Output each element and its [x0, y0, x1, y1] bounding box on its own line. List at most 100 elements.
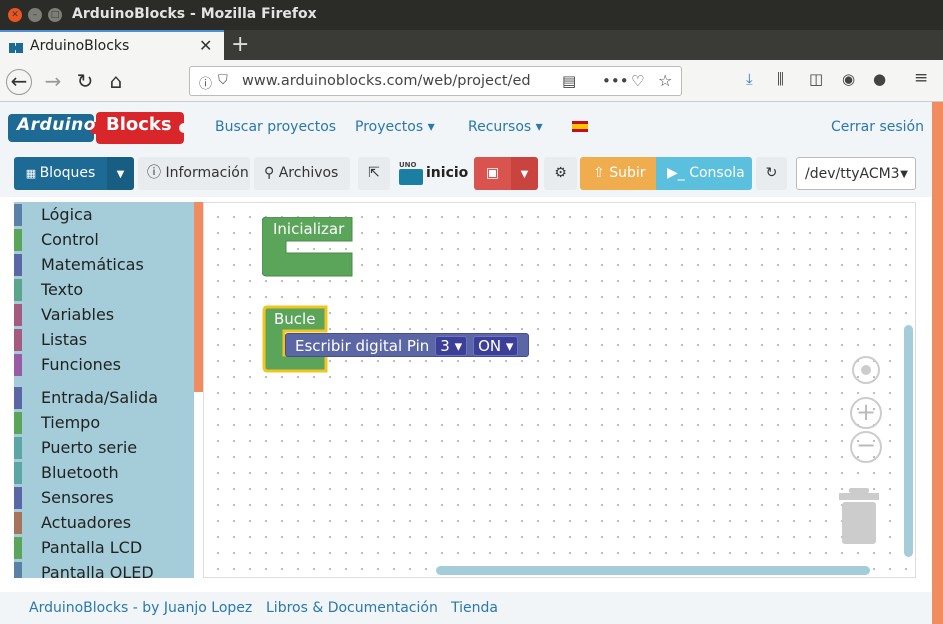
forward-icon[interactable]: →: [40, 69, 66, 95]
window-titlebar: ✕ – □ ArduinoBlocks - Mozilla Firefox: [0, 0, 943, 30]
sidebar-category[interactable]: Entrada/Salida: [14, 387, 194, 412]
initialize-block-label: Inicializar: [273, 220, 345, 238]
sidebar-category[interactable]: Pantalla OLED: [14, 562, 194, 578]
category-label: Sensores: [41, 488, 114, 507]
category-label: Variables: [41, 305, 115, 324]
nav-buscar-proyectos[interactable]: Buscar proyectos: [215, 119, 336, 135]
sidebar-category[interactable]: Bluetooth: [14, 462, 194, 487]
category-color-bar: [14, 204, 22, 226]
page-footer: ArduinoBlocks - by Juanjo Lopez Libros &…: [0, 592, 932, 624]
port-select[interactable]: /dev/ttyACM3 ▼: [796, 157, 916, 190]
block-category-sidebar: Lógica Control Matemáticas Texto Variables Li…: [14, 202, 194, 578]
reader-view-icon[interactable]: ▤: [562, 72, 576, 90]
browser-tab[interactable]: ArduinoBlocks ✕: [0, 30, 224, 60]
url-bar[interactable]: ⓘ ⛉ www.arduinoblocks.com/web/project/ed…: [189, 66, 682, 96]
refresh-ports-button[interactable]: ↻: [756, 157, 787, 190]
category-color-bar: [14, 279, 22, 301]
digital-write-label: Escribir digital Pin 3 ▾ ON ▾: [295, 336, 519, 356]
page-actions-icon[interactable]: •••: [602, 72, 629, 90]
sidebar-category[interactable]: Matemáticas: [14, 254, 194, 279]
tab-strip: ArduinoBlocks ✕ +: [0, 30, 943, 60]
caret-down-icon: ▼: [520, 169, 529, 180]
paperclip-icon: ⚲: [264, 165, 279, 181]
sidebar-category[interactable]: Texto: [14, 279, 194, 304]
state-dropdown[interactable]: ON ▾: [473, 336, 519, 356]
archivos-button[interactable]: ⚲ Archivos: [254, 157, 350, 190]
footer-link-docs[interactable]: Libros & Documentación: [266, 600, 438, 616]
sidebar-category[interactable]: Funciones: [14, 354, 194, 379]
digital-write-block[interactable]: Escribir digital Pin 3 ▾ ON ▾: [285, 333, 529, 357]
category-label: Tiempo: [41, 413, 101, 432]
informacion-button[interactable]: ⓘ Información: [138, 157, 250, 190]
bookmark-star-icon[interactable]: ☆: [658, 71, 672, 90]
save-dropdown-button[interactable]: ▼: [511, 157, 538, 190]
category-label: Lógica: [41, 205, 93, 224]
recenter-icon[interactable]: [852, 356, 880, 384]
account-icon[interactable]: ◉: [842, 70, 855, 88]
consola-button[interactable]: ▶_ Consola: [656, 157, 752, 190]
page-right-edge: [932, 102, 943, 624]
informacion-label: Información: [165, 165, 249, 181]
category-color-bar: [14, 512, 22, 534]
footer-link-shop[interactable]: Tienda: [451, 600, 498, 616]
floppy-disk-icon: ▣: [485, 165, 500, 181]
settings-button[interactable]: ⚙: [544, 157, 577, 190]
sidebar-category[interactable]: Actuadores: [14, 512, 194, 537]
trash-icon[interactable]: [837, 488, 881, 546]
pocket-icon[interactable]: ♡: [631, 72, 644, 90]
bloques-button[interactable]: ▦ Bloques: [14, 157, 107, 190]
nav-proyectos[interactable]: Proyectos ▾: [355, 119, 435, 135]
pin-dropdown[interactable]: 3 ▾: [435, 336, 468, 356]
shield-icon[interactable]: ⛉: [218, 73, 228, 88]
menu-icon[interactable]: ≡: [914, 68, 928, 88]
category-label: Matemáticas: [41, 255, 144, 274]
sidebar-category[interactable]: Puerto serie: [14, 437, 194, 462]
bloques-label: Bloques: [39, 165, 96, 181]
sidebar-toggle-icon[interactable]: ◫: [809, 70, 823, 88]
category-color-bar: [14, 304, 22, 326]
maximize-window-icon[interactable]: □: [48, 8, 62, 22]
library-icon[interactable]: ⫼: [777, 70, 784, 88]
back-icon[interactable]: ←: [6, 69, 32, 95]
close-window-icon[interactable]: ✕: [8, 8, 22, 22]
workspace-horizontal-scrollbar[interactable]: [436, 566, 870, 575]
arduino-board-icon: UNO: [399, 161, 423, 189]
sidebar-category[interactable]: Tiempo: [14, 412, 194, 437]
sidebar-scrollbar[interactable]: [194, 202, 203, 392]
workspace-vertical-scrollbar[interactable]: [904, 325, 913, 557]
url-text[interactable]: www.arduinoblocks.com/web/project/ed: [242, 73, 531, 89]
save-button[interactable]: ▣: [474, 157, 511, 190]
reload-icon[interactable]: ↻: [72, 69, 98, 95]
extension-icon[interactable]: ●: [873, 70, 886, 88]
zoom-in-icon[interactable]: +: [850, 397, 882, 429]
share-icon: ⇱: [368, 165, 380, 181]
new-tab-icon[interactable]: +: [231, 32, 249, 57]
nav-recursos[interactable]: Recursos ▾: [468, 119, 543, 135]
footer-link-author[interactable]: ArduinoBlocks - by Juanjo Lopez: [29, 600, 252, 616]
port-value: /dev/ttyACM3: [805, 166, 900, 182]
category-label: Listas: [41, 330, 88, 349]
sidebar-category[interactable]: Pantalla LCD: [14, 537, 194, 562]
sidebar-category[interactable]: Sensores: [14, 487, 194, 512]
sidebar-category[interactable]: Control: [14, 229, 194, 254]
sidebar-category[interactable]: Listas: [14, 329, 194, 354]
sidebar-category[interactable]: Lógica: [14, 204, 194, 229]
category-label: Texto: [41, 280, 84, 299]
home-icon[interactable]: ⌂: [103, 69, 129, 95]
share-button[interactable]: ⇱: [358, 157, 390, 190]
logout-link[interactable]: Cerrar sesión: [831, 119, 924, 135]
blockly-workspace[interactable]: Inicializar Bucle Escribir digital Pin 3 …: [203, 202, 916, 578]
caret-down-icon: ▼: [116, 169, 125, 180]
category-color-bar: [14, 537, 22, 559]
zoom-out-icon[interactable]: −: [850, 431, 882, 463]
download-icon[interactable]: ⤓: [746, 70, 753, 88]
minimize-window-icon[interactable]: –: [28, 8, 42, 22]
spain-flag-icon[interactable]: [572, 121, 588, 132]
category-label: Actuadores: [41, 513, 132, 532]
bloques-dropdown-button[interactable]: ▼: [107, 157, 134, 190]
close-tab-icon[interactable]: ✕: [199, 36, 212, 55]
category-color-bar: [14, 412, 22, 434]
info-icon[interactable]: ⓘ: [199, 73, 212, 92]
subir-button[interactable]: ⇧ Subir: [580, 157, 656, 190]
sidebar-category[interactable]: Variables: [14, 304, 194, 329]
